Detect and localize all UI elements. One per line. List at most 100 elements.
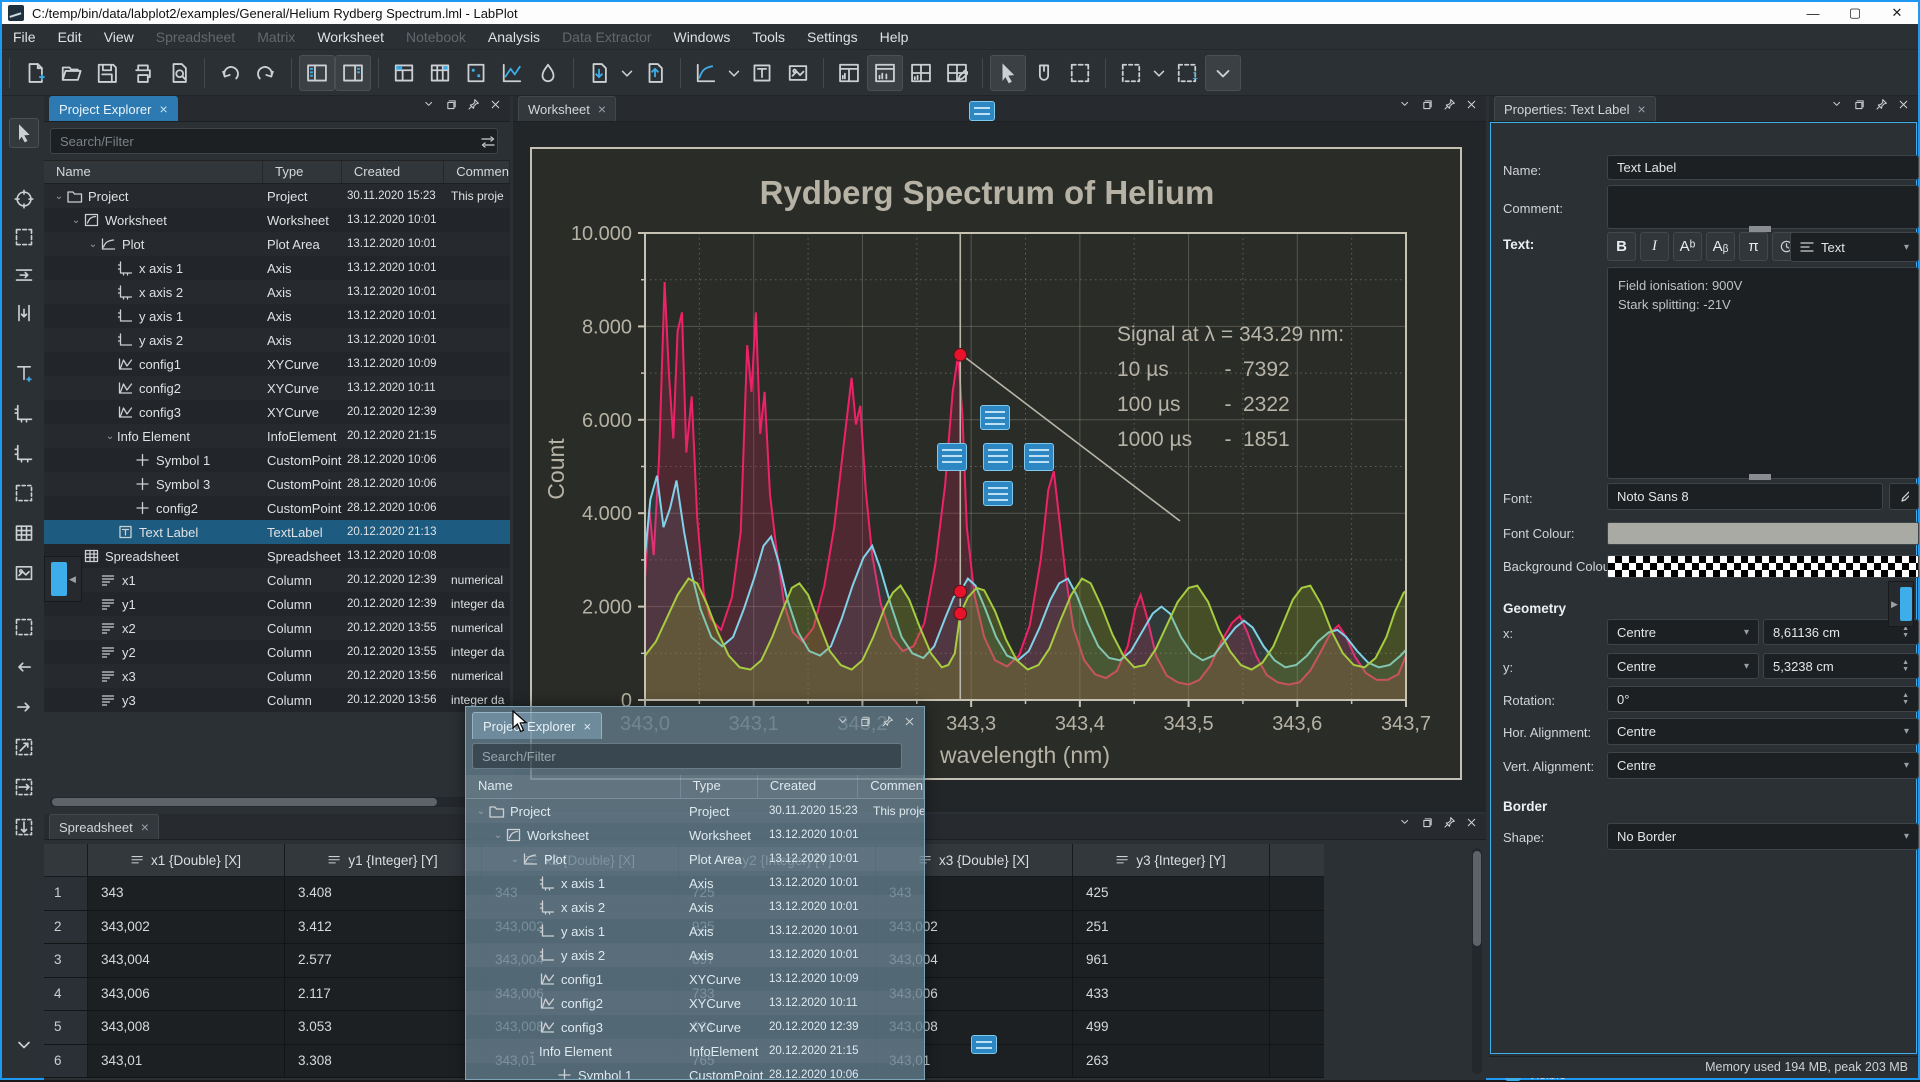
tree-row-worksheet[interactable]: ⌄WorksheetWorksheet13.12.2020 10:01	[466, 823, 924, 847]
chevron-down-icon[interactable]	[423, 98, 436, 116]
pin-icon[interactable]	[1875, 98, 1888, 116]
tab-close-icon[interactable]: ×	[159, 101, 167, 117]
tab-project-explorer[interactable]: Project Explorer×	[49, 96, 178, 121]
tree-header[interactable]: Name Type Created Commen	[44, 160, 510, 184]
chevron-down-icon[interactable]	[1399, 816, 1412, 834]
cell[interactable]: 425	[1073, 877, 1270, 910]
select-region-button[interactable]	[9, 612, 39, 642]
font-field[interactable]: Noto Sans 8	[1607, 483, 1883, 510]
pin-icon[interactable]	[1443, 816, 1456, 834]
comment-field[interactable]	[1607, 185, 1919, 229]
cell[interactable]: 2.117	[285, 978, 482, 1011]
pin-icon[interactable]	[467, 98, 480, 116]
worksheet-bottom-handle[interactable]	[971, 1035, 997, 1054]
open-project-button[interactable]	[53, 55, 89, 91]
shift-right-button[interactable]	[9, 692, 39, 722]
tree-row-config2[interactable]: config2XYCurve13.12.2020 10:11	[44, 376, 510, 400]
pin-icon[interactable]	[1443, 98, 1456, 116]
menu-view[interactable]: View	[93, 26, 145, 48]
dropdown-arrow-button[interactable]	[724, 55, 744, 91]
tree-row-config3[interactable]: config3XYCurve20.12.2020 12:39	[44, 400, 510, 424]
tree-row-y-axis-1[interactable]: y axis 1Axis13.12.2020 10:01	[44, 304, 510, 328]
print-preview-button[interactable]	[161, 55, 197, 91]
close-icon[interactable]	[1897, 98, 1910, 116]
italic-button[interactable]: I	[1640, 232, 1669, 261]
tree-row-worksheet[interactable]: ⌄WorksheetWorksheet13.12.2020 10:01	[44, 208, 510, 232]
tree-row-y2[interactable]: y2Column20.12.2020 13:55integer da	[44, 640, 510, 664]
new-data-extractor-button[interactable]	[494, 55, 530, 91]
tab-properties[interactable]: Properties: Text Label×	[1494, 96, 1656, 121]
close-icon[interactable]	[1465, 816, 1478, 834]
close-icon[interactable]	[489, 98, 502, 116]
search-input[interactable]	[50, 128, 498, 154]
text-mode-dropdown[interactable]: Text▾	[1790, 232, 1919, 262]
row-number[interactable]: 3	[44, 944, 88, 977]
dropdown-arrow-button[interactable]	[617, 55, 637, 91]
expand-icon[interactable]: ⌄	[491, 830, 505, 841]
new-notebook-button[interactable]	[530, 55, 566, 91]
float-icon[interactable]	[1853, 98, 1866, 116]
tree-row-x-axis-2[interactable]: x axis 2Axis13.12.2020 10:01	[466, 895, 924, 919]
new-project-button[interactable]	[17, 55, 53, 91]
tree-row-symbol-1[interactable]: Symbol 1CustomPoint28.12.2020 10:06	[466, 1063, 924, 1080]
expand-icon[interactable]: ⌄	[86, 239, 100, 250]
tree-row-project[interactable]: ⌄ProjectProject30.11.2020 15:23This proj…	[44, 184, 510, 208]
tree-row-y-axis-2[interactable]: y axis 2Axis13.12.2020 10:01	[44, 328, 510, 352]
crosshair-button[interactable]	[9, 184, 39, 214]
tree-row-info-element[interactable]: ⌄Info ElementInfoElement20.12.2020 21:15	[44, 424, 510, 448]
row-number[interactable]: 5	[44, 1011, 88, 1044]
cell[interactable]: 343,01	[88, 1045, 285, 1078]
import-file-button[interactable]	[581, 55, 617, 91]
dropdown-arrow-button[interactable]	[1149, 55, 1169, 91]
new-spreadsheet-button[interactable]	[422, 55, 458, 91]
search-input-floating[interactable]	[472, 743, 902, 769]
zoom-select-button[interactable]	[1062, 55, 1098, 91]
row-number[interactable]: 6	[44, 1045, 88, 1078]
expand-icon[interactable]: ⌄	[474, 806, 488, 817]
hor-alignment-dropdown[interactable]: Centre▾	[1607, 718, 1919, 745]
tree-row-config3[interactable]: config3XYCurve20.12.2020 12:39	[466, 1015, 924, 1039]
tree-row-plot[interactable]: ⌄PlotPlot Area13.12.2020 10:01	[466, 847, 924, 871]
new-workbook-button[interactable]	[386, 55, 422, 91]
undo-button[interactable]	[212, 55, 248, 91]
tree-row-x3[interactable]: x3Column20.12.2020 13:56numerical	[44, 664, 510, 688]
zoom-x-select-button[interactable]	[9, 260, 39, 290]
info-element-handle-right[interactable]	[1024, 443, 1054, 471]
cell[interactable]: 3.408	[285, 877, 482, 910]
tree-row-plot[interactable]: ⌄PlotPlot Area13.12.2020 10:01	[44, 232, 510, 256]
y-anchor-dropdown[interactable]: Centre▾	[1607, 653, 1759, 679]
menu-edit[interactable]: Edit	[47, 26, 93, 48]
tree-row-config2[interactable]: config2CustomPoint28.12.2020 10:06	[44, 496, 510, 520]
minimize-button[interactable]: —	[1792, 2, 1834, 24]
vert-alignment-dropdown[interactable]: Centre▾	[1607, 752, 1919, 779]
expand-icon[interactable]: ⌄	[52, 191, 66, 202]
cell[interactable]: 343,004	[88, 944, 285, 977]
close-icon[interactable]	[903, 715, 916, 733]
tree-row-symbol-1[interactable]: Symbol 1CustomPoint28.12.2020 10:06	[44, 448, 510, 472]
background-colour-swatch[interactable]	[1607, 555, 1919, 578]
row-number[interactable]: 1	[44, 877, 88, 910]
column-header-1[interactable]: x1 {Double} [X]	[88, 844, 285, 876]
tree-row-text-label[interactable]: Text LabelTextLabel20.12.2020 21:13	[44, 520, 510, 544]
tree-row-x2[interactable]: x2Column20.12.2020 13:55numerical	[44, 616, 510, 640]
menu-settings[interactable]: Settings	[796, 26, 869, 48]
navigate-mouse-button[interactable]	[1026, 55, 1062, 91]
scale-auto-y-button[interactable]	[9, 812, 39, 842]
float-icon[interactable]	[859, 715, 872, 733]
corner-cell[interactable]	[44, 844, 88, 876]
info-element-handle-center[interactable]	[983, 443, 1013, 471]
new-matrix-button[interactable]	[458, 55, 494, 91]
select-pointer-button[interactable]	[9, 118, 39, 148]
add-text-button[interactable]	[9, 358, 39, 388]
menu-file[interactable]: File	[2, 26, 47, 48]
dropdown-arrow-button[interactable]	[1205, 55, 1241, 91]
subscript-button[interactable]: Aᵦ	[1706, 232, 1735, 261]
x-anchor-dropdown[interactable]: Centre▾	[1607, 619, 1759, 645]
row-number[interactable]: 2	[44, 911, 88, 944]
tab-spreadsheet[interactable]: Spreadsheet×	[49, 814, 159, 839]
cell[interactable]: 433	[1073, 978, 1270, 1011]
border-shape-dropdown[interactable]: No Border▾	[1607, 823, 1919, 850]
expand-icon[interactable]: ⌄	[508, 854, 522, 865]
tree-row-y-axis-1[interactable]: y axis 1Axis13.12.2020 10:01	[466, 919, 924, 943]
scale-auto-button[interactable]	[9, 732, 39, 762]
